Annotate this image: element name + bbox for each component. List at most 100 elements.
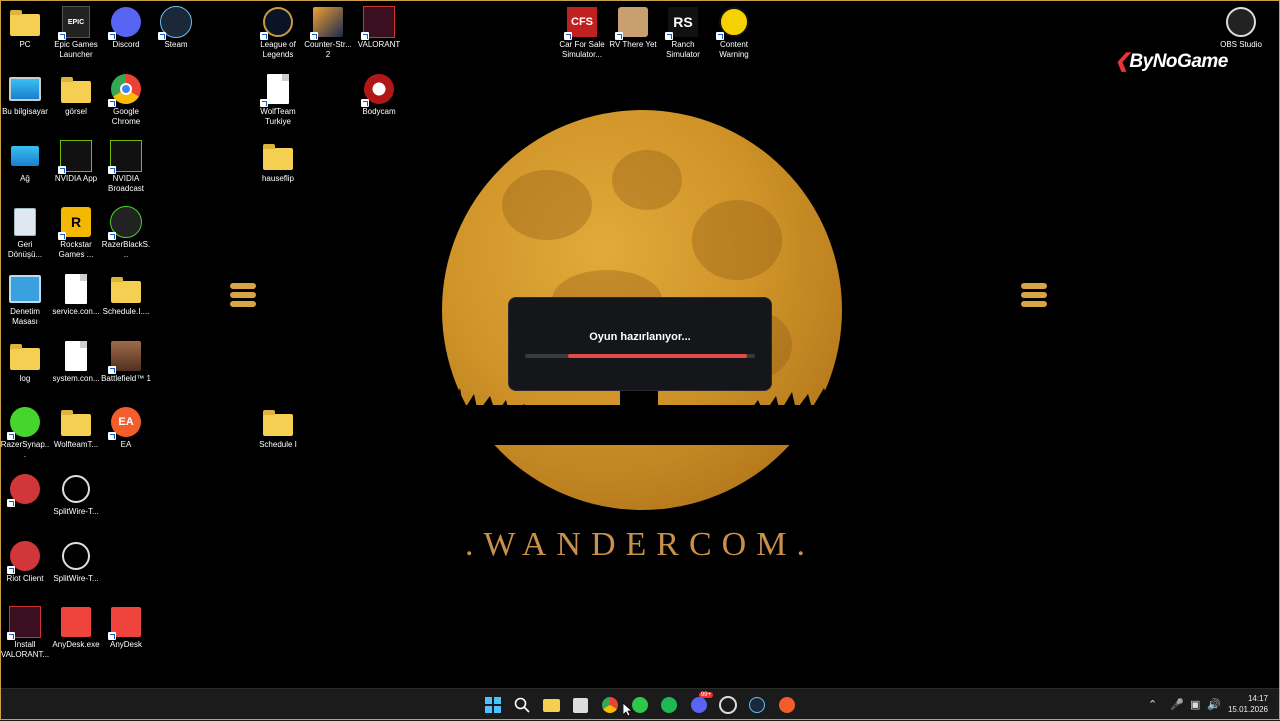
rv-there-yet-icon (615, 6, 649, 40)
icon-label: Counter-Str... 2 (304, 40, 352, 59)
desktop-icon-recycle-bin[interactable]: Geri Dönüşü... (0, 206, 50, 260)
desktop-icon-valorant[interactable]: VALORANT (354, 6, 404, 50)
obs-icon (719, 696, 737, 714)
icon-label: PC (19, 40, 31, 49)
desktop-icon-denetim-masasi[interactable]: Denetim Masası (0, 273, 50, 327)
desktop-icon-pc[interactable]: PC (0, 6, 50, 50)
icon-label: hauseflip (261, 174, 295, 183)
icon-label: AnyDesk.exe (52, 640, 100, 649)
volume-icon[interactable]: 🔊 (1207, 698, 1221, 711)
desktop-icon-anydesk-exe[interactable]: AnyDesk.exe (51, 606, 101, 650)
network-icon (9, 140, 41, 172)
search-button[interactable] (512, 695, 532, 715)
desktop-icon-schedule-i[interactable]: Schedule I (253, 406, 303, 450)
taskbar-app-green[interactable] (630, 695, 650, 715)
desktop-icon-bu-bilgisayar[interactable]: Bu bilgisayar (0, 73, 50, 117)
taskbar-file-explorer[interactable] (541, 695, 561, 715)
icon-label: Battlefield™ 1 (101, 374, 151, 383)
taskbar-chrome[interactable] (600, 695, 620, 715)
desktop-icon-anydesk[interactable]: AnyDesk (101, 606, 151, 650)
icon-label: Ranch Simulator (666, 40, 700, 59)
file-icon (267, 74, 289, 104)
desktop-icon-rockstar[interactable]: R Rockstar Games ... (51, 206, 101, 260)
desktop-icon-gorsel[interactable]: görsel (51, 73, 101, 117)
folder-icon (10, 10, 40, 36)
icon-label: Bu bilgisayar (2, 107, 48, 116)
icon-label: Google Chrome (111, 107, 141, 126)
network-icon[interactable]: ▣ (1190, 698, 1200, 711)
wallpaper-decoration-right (1021, 280, 1047, 310)
start-button[interactable] (483, 695, 503, 715)
icon-label: League of Legends (260, 40, 296, 59)
store-icon (572, 697, 588, 713)
desktop-icon-razer-blackshark[interactable]: RazerBlackS... (101, 206, 151, 260)
desktop-icon-battlefield[interactable]: Battlefield™ 1 (101, 340, 151, 384)
desktop-icon-counter-strike[interactable]: Counter-Str... 2 (303, 6, 353, 60)
ea-icon: EA (108, 406, 142, 440)
progress-fill (568, 354, 748, 358)
wallpaper-ground (420, 405, 860, 445)
content-warning-icon (716, 6, 750, 40)
desktop-icon-bodycam[interactable]: Bodycam (354, 73, 404, 117)
desktop-icon-ranch-simulator[interactable]: RS Ranch Simulator (658, 6, 708, 60)
icon-label: NVIDIA App (54, 174, 98, 183)
desktop-icon-log[interactable]: log (0, 340, 50, 384)
chevron-up-icon[interactable]: ⌃ (1148, 698, 1157, 711)
icon-label: Denetim Masası (10, 307, 40, 326)
desktop-icon-install-valorant[interactable]: Install VALORANT... (0, 606, 50, 660)
icon-label: Content Warning (719, 40, 749, 59)
desktop-icon-rv-there-yet[interactable]: RV There Yet (608, 6, 658, 50)
desktop-icon-steam[interactable]: Steam (151, 6, 201, 50)
icon-label: Steam (164, 40, 188, 49)
control-panel-icon (9, 273, 41, 305)
desktop-icon-discord[interactable]: Discord (101, 6, 151, 50)
desktop-icon-ag[interactable]: Ağ (0, 140, 50, 184)
monitor-icon (9, 73, 41, 105)
epic-games-icon: EPIC (58, 6, 92, 40)
desktop-icon-razer-synapse[interactable]: RazerSynap... (0, 406, 50, 460)
desktop-icon-nvidia-broadcast[interactable]: NVIDIA Broadcast (101, 140, 151, 194)
anydesk-icon (60, 606, 92, 638)
desktop-icon-service-config[interactable]: service.con... (51, 273, 101, 317)
desktop-icon-schedule-folder[interactable]: Schedule.I.... (101, 273, 151, 317)
wallpaper-text: .WANDERCOM. (465, 526, 815, 563)
razer-icon (108, 206, 142, 240)
desktop-icon-content-warning[interactable]: Content Warning (709, 6, 759, 60)
desktop-icon-hauseflip[interactable]: hauseflip (253, 140, 303, 184)
taskbar-ea[interactable] (777, 695, 797, 715)
desktop-icon-chrome[interactable]: Google Chrome (101, 73, 151, 127)
desktop-icon-nvidia-app[interactable]: NVIDIA App (51, 140, 101, 184)
icon-label: service.con... (52, 307, 100, 316)
icon-label: Bodycam (362, 107, 396, 116)
desktop-icon-wolfteam-turkiye[interactable]: WolfTeam Turkiye (253, 73, 303, 127)
desktop-icon-epic-games[interactable]: EPIC Epic Games Launcher (51, 6, 101, 60)
icon-label: SplitWire-T... (53, 507, 99, 516)
desktop-icon-wolfteam-t[interactable]: WolfteamT... (51, 406, 101, 450)
folder-icon (10, 344, 40, 370)
microphone-icon[interactable]: 🎤 (1170, 698, 1184, 711)
taskbar-steam[interactable] (747, 695, 767, 715)
folder-icon (61, 77, 91, 103)
taskbar-discord[interactable]: 99+ (689, 692, 713, 715)
desktop-icon-obs-studio[interactable]: OBS Studio (1216, 6, 1266, 50)
bynogame-watermark: ❮ByNoGame (1114, 50, 1228, 73)
desktop-icon-splitwire-1[interactable]: SplitWire-T... (51, 473, 101, 517)
bynogame-text: ByNoGame (1129, 51, 1228, 72)
counter-strike-icon (310, 6, 344, 40)
taskbar-clock[interactable]: 14:17 15.01.2026 (1228, 693, 1268, 715)
file-icon (65, 341, 87, 371)
desktop-icon-ea[interactable]: EA EA (101, 406, 151, 450)
taskbar-store[interactable] (570, 695, 590, 715)
icon-label: RazerSynap... (0, 440, 50, 459)
desktop-icon-car-for-sale[interactable]: CFS Car For Sale Simulator... (557, 6, 607, 60)
desktop-icon-system-config[interactable]: system.con... (51, 340, 101, 384)
recycle-bin-icon (9, 206, 41, 238)
windows-icon (485, 697, 501, 713)
icon-label: Schedule.I.... (102, 307, 150, 316)
icon-label: log (19, 374, 31, 383)
folder-icon (263, 410, 293, 436)
desktop-icon-league-of-legends[interactable]: League of Legends (253, 6, 303, 60)
desktop-icon-riot-istemcisi[interactable] (0, 473, 50, 507)
taskbar-obs[interactable] (718, 695, 738, 715)
taskbar-spotify[interactable] (659, 695, 679, 715)
